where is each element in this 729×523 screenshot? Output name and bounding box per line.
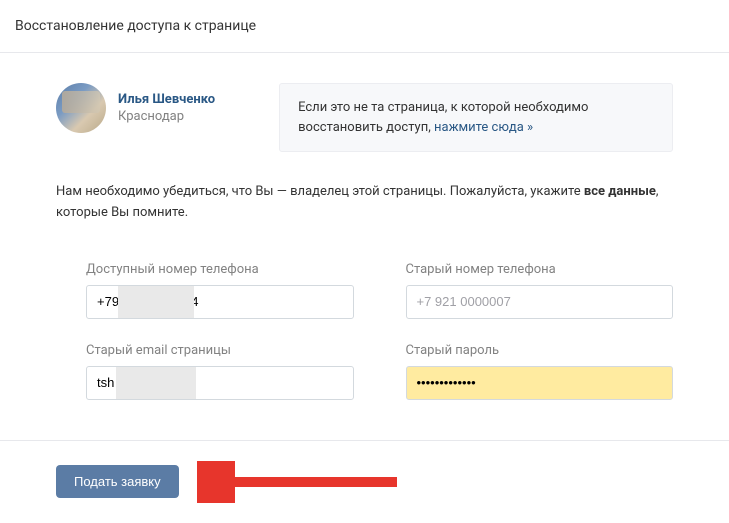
user-city: Краснодар — [118, 109, 215, 124]
user-info: Илья Шевченко Краснодар — [56, 83, 215, 133]
form-grid: Доступный номер телефона Старый email ст… — [86, 262, 673, 424]
form-col-right: Старый номер телефона Старый пароль — [406, 262, 674, 424]
form-col-left: Доступный номер телефона Старый email ст… — [86, 262, 354, 424]
available-phone-wrap — [86, 285, 354, 319]
old-email-wrap — [86, 366, 354, 400]
old-email-group: Старый email страницы — [86, 343, 354, 400]
old-phone-input[interactable] — [406, 285, 674, 319]
submit-button[interactable]: Подать заявку — [56, 465, 179, 498]
submit-section: Подать заявку — [0, 441, 729, 523]
page-title: Восстановление доступа к странице — [15, 18, 714, 34]
old-password-input[interactable] — [406, 366, 674, 400]
old-phone-label: Старый номер телефона — [406, 262, 674, 277]
old-email-label: Старый email страницы — [86, 343, 354, 358]
user-section: Илья Шевченко Краснодар Если это не та с… — [56, 83, 673, 152]
user-text: Илья Шевченко Краснодар — [118, 92, 215, 124]
available-phone-group: Доступный номер телефона — [86, 262, 354, 319]
avatar — [56, 83, 106, 133]
user-name-link[interactable]: Илья Шевченко — [118, 92, 215, 107]
notice-link[interactable]: нажмите сюда » — [434, 120, 533, 135]
email-mask — [116, 367, 196, 399]
old-password-group: Старый пароль — [406, 343, 674, 400]
phone-mask — [118, 286, 194, 318]
notice-box: Если это не та страница, к которой необх… — [279, 83, 673, 152]
page-header: Восстановление доступа к странице — [0, 0, 729, 53]
instruction-text: Нам необходимо убедиться, что Вы — владе… — [56, 182, 673, 224]
content-container: Илья Шевченко Краснодар Если это не та с… — [0, 53, 729, 424]
arrow-icon — [197, 461, 407, 503]
available-phone-label: Доступный номер телефона — [86, 262, 354, 277]
old-password-label: Старый пароль — [406, 343, 674, 358]
old-phone-group: Старый номер телефона — [406, 262, 674, 319]
